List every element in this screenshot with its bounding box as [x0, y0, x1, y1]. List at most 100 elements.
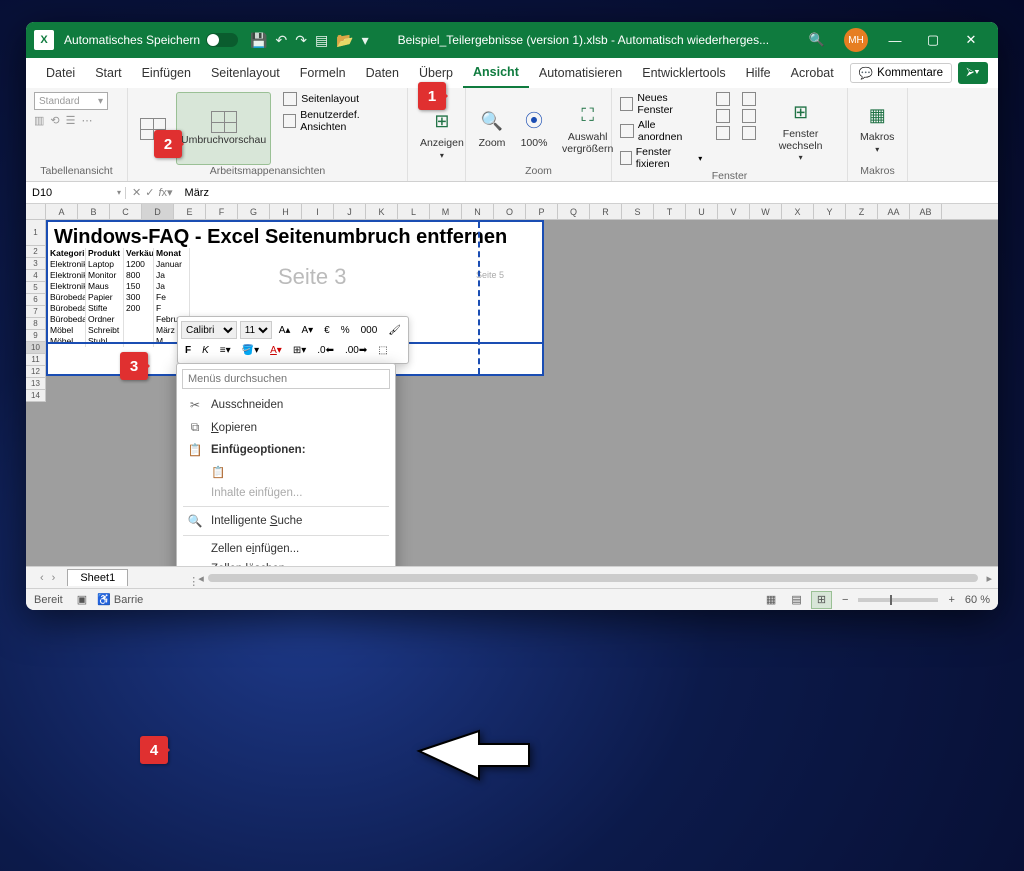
zoom-level[interactable]: 60 % — [965, 594, 990, 606]
merge-icon[interactable]: ⬚ — [374, 343, 391, 358]
macros-button[interactable]: ▦Makros▾ — [856, 92, 898, 165]
tab-formeln[interactable]: Formeln — [290, 58, 356, 88]
tab-einfuegen[interactable]: Einfügen — [132, 58, 201, 88]
zoom-out-button[interactable]: − — [842, 594, 848, 606]
fill-color-icon[interactable]: 🪣▾ — [238, 343, 263, 358]
redo-icon[interactable]: ↷ — [295, 32, 307, 49]
freeze-panes-button[interactable]: Fenster fixieren ▾ — [620, 146, 702, 170]
maximize-icon[interactable]: ▢ — [914, 22, 952, 58]
zoom-slider[interactable] — [858, 598, 938, 602]
toggle-icon[interactable] — [206, 33, 238, 47]
align-icon[interactable]: ≡▾ — [216, 343, 235, 358]
view-buttons[interactable]: ▦ ▤ ⊞ — [760, 593, 832, 606]
new-window-button[interactable]: Neues Fenster — [620, 92, 702, 116]
autosave-toggle[interactable]: Automatisches Speichern — [64, 33, 238, 47]
comments-button[interactable]: 💬Kommentare — [850, 63, 952, 83]
menu-search-input[interactable] — [182, 369, 390, 389]
formula-input[interactable]: März — [179, 187, 998, 199]
fx-icon[interactable]: fx▾ — [158, 186, 172, 199]
worksheet-grid[interactable]: 1 2345 6789 1011121314 Windows-FAQ - Exc… — [26, 220, 998, 578]
zoom-button[interactable]: 🔍Zoom — [474, 92, 510, 165]
user-avatar[interactable]: MH — [844, 28, 868, 52]
rec-icon[interactable]: ▣ — [77, 593, 87, 606]
menu-cut[interactable]: ✂Ausschneiden — [177, 394, 395, 416]
annotation-marker-1: 1 — [418, 82, 446, 110]
accessibility-button[interactable]: ♿ Barrie — [97, 593, 143, 606]
arrange-all-button[interactable]: Alle anordnen — [620, 119, 702, 143]
tab-daten[interactable]: Daten — [356, 58, 409, 88]
bold-icon[interactable]: F — [181, 343, 195, 358]
annotation-marker-2: 2 — [154, 130, 182, 158]
sheet-tab[interactable]: Sheet1 — [67, 569, 128, 586]
vertical-page-break[interactable] — [478, 222, 480, 374]
increase-decimal-icon[interactable]: .00➡ — [341, 343, 371, 358]
save-icon[interactable]: 💾 — [250, 32, 267, 49]
zoom-100-button[interactable]: ⦿100% — [516, 92, 552, 165]
share-button[interactable]: ⮚▾ — [958, 62, 988, 84]
row-headers[interactable]: 1 2345 6789 1011121314 — [26, 220, 46, 402]
tab-start[interactable]: Start — [85, 58, 131, 88]
decrease-font-icon[interactable]: A▾ — [297, 323, 317, 338]
tab-entwicklertools[interactable]: Entwicklertools — [632, 58, 735, 88]
menu-copy[interactable]: ⧉Kopieren — [177, 416, 395, 439]
tab-acrobat[interactable]: Acrobat — [781, 58, 844, 88]
exit-icon[interactable]: ⟲ — [50, 114, 59, 127]
font-size-dropdown[interactable]: 11 — [240, 321, 272, 339]
font-family-dropdown[interactable]: Calibri — [181, 321, 237, 339]
cancel-icon[interactable]: ✕ — [132, 186, 141, 199]
standard-dropdown[interactable]: Standard▾ — [34, 92, 108, 110]
menu-paste-special: Inhalte einfügen... — [177, 483, 395, 503]
new-window-icon — [620, 97, 633, 111]
menu-smart-lookup[interactable]: 🔍Intelligente Suche — [177, 510, 395, 532]
tab-prev[interactable]: ‹ — [36, 572, 48, 584]
keep-icon[interactable]: ▥ — [34, 114, 44, 127]
close-icon[interactable]: ✕ — [952, 22, 990, 58]
custom-views-button[interactable]: Benutzerdef. Ansichten — [283, 109, 399, 133]
page-break-icon — [211, 111, 237, 133]
tab-datei[interactable]: Datei — [36, 58, 85, 88]
tab-seitenlayout[interactable]: Seitenlayout — [201, 58, 290, 88]
page-watermark: Seite 3 — [278, 264, 347, 290]
undo-icon[interactable]: ↶ — [276, 32, 288, 49]
zoom-in-button[interactable]: + — [948, 594, 954, 606]
minimize-icon[interactable]: — — [876, 22, 914, 58]
open-icon[interactable]: 📂 — [336, 32, 353, 49]
tab-ansicht[interactable]: Ansicht — [463, 58, 529, 88]
currency-icon[interactable]: € — [320, 323, 334, 338]
col-header: A — [46, 204, 78, 219]
font-color-icon[interactable]: A▾ — [266, 343, 286, 358]
menu-insert-cells[interactable]: Zellen einfügen... — [177, 539, 395, 559]
custom-views-icon — [283, 114, 296, 128]
unhide-button[interactable] — [716, 126, 730, 140]
page-layout-icon — [283, 92, 297, 106]
split-button[interactable] — [716, 92, 730, 106]
name-box[interactable]: D10▾ — [26, 187, 126, 199]
comma-icon[interactable]: 000 — [357, 323, 382, 338]
tab-next[interactable]: › — [48, 572, 60, 584]
qat-more-icon[interactable]: ▾ — [362, 32, 369, 49]
page-layout-button[interactable]: Seitenlayout — [283, 92, 399, 106]
enter-icon[interactable]: ✓ — [145, 186, 154, 199]
increase-font-icon[interactable]: A▴ — [275, 323, 295, 338]
page-watermark-5: Seite 5 — [476, 270, 504, 280]
tab-automatisieren[interactable]: Automatisieren — [529, 58, 632, 88]
page-break-preview-button[interactable]: Umbruchvorschau — [176, 92, 271, 165]
tab-hilfe[interactable]: Hilfe — [736, 58, 781, 88]
hide-button[interactable] — [716, 109, 730, 123]
percent-icon[interactable]: % — [337, 323, 354, 338]
italic-icon[interactable]: K — [198, 343, 213, 358]
group-label: Zoom — [474, 165, 603, 179]
cut-icon: ✂ — [187, 398, 203, 412]
options-icon[interactable]: ⋯ — [82, 114, 93, 127]
decrease-decimal-icon[interactable]: .0⬅ — [313, 343, 338, 358]
group-label: Fenster — [620, 170, 839, 184]
column-headers[interactable]: ABCD EFGHIJ KLMNOP QRSTUV WXYZAAAB — [26, 204, 998, 220]
new-icon[interactable]: ☰ — [66, 114, 76, 127]
zoom-selection-button[interactable]: ⛶Auswahl vergrößern — [558, 92, 617, 165]
print-icon[interactable]: ▤ — [315, 32, 328, 49]
format-painter-icon[interactable]: 🖌 — [384, 323, 405, 338]
switch-windows-button[interactable]: ⊞Fenster wechseln▾ — [762, 92, 839, 170]
horizontal-scrollbar[interactable]: ⋮ ◂ ▸ — [188, 573, 978, 583]
borders-icon[interactable]: ⊞▾ — [289, 343, 310, 358]
search-icon[interactable]: 🔍 — [798, 22, 836, 58]
